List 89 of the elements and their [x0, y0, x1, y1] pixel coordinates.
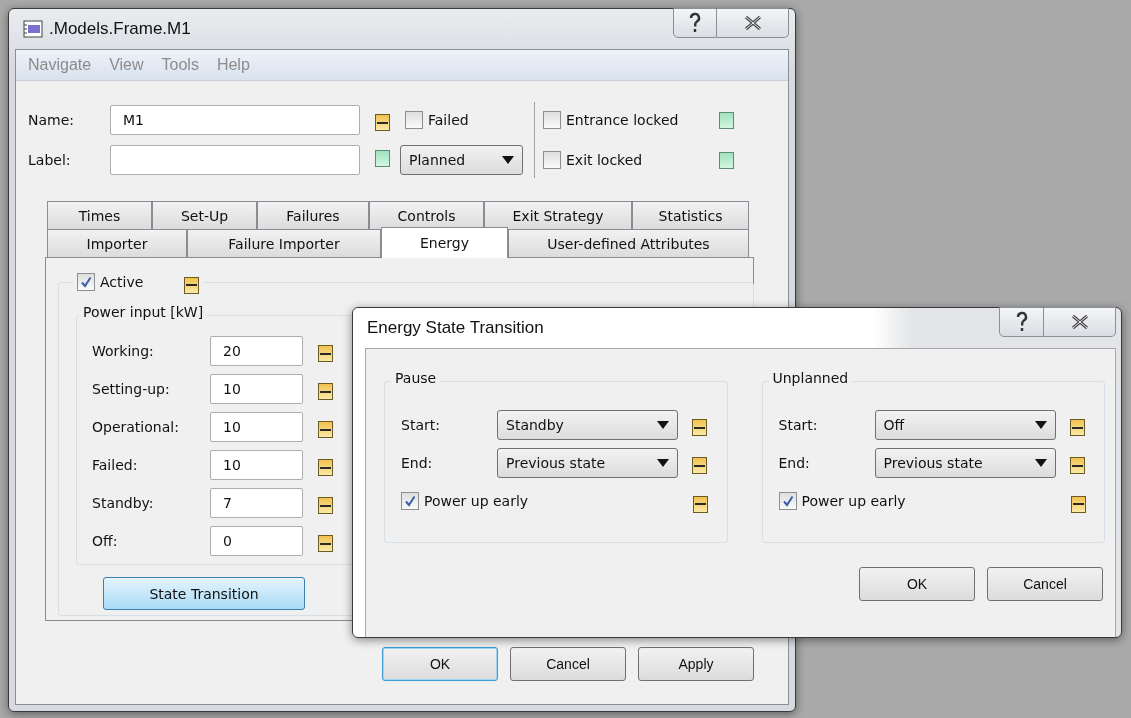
dialog-button[interactable]: Cancel: [510, 647, 626, 681]
field-label: Standby:: [92, 495, 155, 511]
dropdown[interactable]: Previous state: [874, 448, 1056, 478]
tab[interactable]: Failure Importer: [187, 229, 381, 257]
tab[interactable]: User-defined Attributes: [508, 229, 749, 257]
checkbox[interactable]: [77, 273, 95, 292]
inherited-indicator-icon[interactable]: [1070, 495, 1086, 513]
field-label: Off:: [92, 533, 119, 549]
dialog-button[interactable]: Cancel: [987, 567, 1103, 601]
inherited-indicator-icon[interactable]: [692, 457, 707, 475]
window-title: .Models.Frame.M1: [49, 19, 192, 39]
window-icon: [23, 20, 43, 38]
inherited-indicator-icon[interactable]: [318, 383, 333, 401]
checkbox-label: Failed: [428, 112, 469, 128]
tab[interactable]: Times: [47, 201, 152, 229]
field-label: Name:: [28, 112, 76, 128]
checkbox-label: Entrance locked: [566, 112, 679, 128]
name-field[interactable]: M1: [110, 105, 360, 135]
inherited-indicator-icon[interactable]: [693, 495, 708, 513]
inherited-indicator-icon[interactable]: [318, 345, 333, 363]
tab[interactable]: Set-Up: [152, 201, 257, 229]
input-field[interactable]: 0: [210, 526, 303, 556]
field-label: Start:: [401, 417, 441, 433]
indicator-icon[interactable]: [719, 111, 734, 129]
caret-icon: [1034, 421, 1047, 429]
tab[interactable]: Exit Strategy: [484, 201, 632, 229]
tab[interactable]: Failures: [257, 201, 369, 229]
field-label: Failed:: [92, 457, 139, 473]
input-field[interactable]: 10: [210, 412, 303, 442]
close-button[interactable]: [717, 8, 789, 38]
caret-icon: [1034, 459, 1047, 467]
dialog-button[interactable]: Apply: [638, 647, 754, 681]
group-title: Pause: [395, 370, 437, 386]
inherited-indicator-icon[interactable]: [318, 459, 333, 477]
dialog-button[interactable]: OK: [382, 647, 498, 681]
checkbox[interactable]: [405, 111, 423, 129]
tab[interactable]: Energy: [381, 227, 508, 258]
field-label: Working:: [92, 343, 155, 359]
close-icon: [1070, 314, 1089, 330]
inherited-indicator-icon[interactable]: [1069, 457, 1085, 475]
input-field[interactable]: 7: [210, 488, 303, 518]
dropdown[interactable]: Previous state: [497, 448, 678, 478]
field-label: Operational:: [92, 419, 180, 435]
checkbox[interactable]: [401, 492, 419, 511]
checkbox-label: Power up early: [801, 493, 906, 510]
checkbox[interactable]: [778, 492, 797, 511]
input-field[interactable]: 10: [210, 374, 303, 404]
dropdown[interactable]: Planned: [400, 145, 523, 175]
caret-icon: [657, 421, 669, 429]
caret-icon: [502, 156, 514, 164]
dropdown[interactable]: Standby: [497, 410, 678, 440]
field-label: Label:: [28, 152, 72, 168]
help-icon: [1014, 311, 1029, 333]
tab[interactable]: Statistics: [632, 201, 749, 229]
checkbox-label: Exit locked: [566, 152, 643, 168]
help-icon: [688, 12, 702, 34]
inherited-indicator-icon[interactable]: [318, 535, 333, 553]
dialog-button[interactable]: OK: [859, 567, 975, 601]
checkbox[interactable]: [543, 111, 561, 129]
field-label: Setting-up:: [92, 381, 171, 397]
indicator-icon[interactable]: [719, 151, 734, 169]
label-field[interactable]: [110, 145, 360, 175]
help-button[interactable]: [999, 307, 1044, 337]
dropdown[interactable]: Off: [874, 410, 1056, 440]
tab[interactable]: Controls: [369, 201, 484, 229]
checkbox-label: Active: [100, 274, 144, 291]
checkbox[interactable]: [543, 151, 561, 169]
inherited-indicator-icon[interactable]: [692, 419, 707, 437]
state-transition-button[interactable]: State Transition: [103, 577, 305, 610]
checkbox-label: Power up early: [424, 493, 529, 510]
indicator-icon[interactable]: [375, 149, 390, 167]
input-field[interactable]: 10: [210, 450, 303, 480]
inherited-indicator-icon[interactable]: [318, 421, 333, 439]
caret-icon: [657, 459, 669, 467]
close-icon: [743, 15, 762, 31]
inherited-indicator-icon[interactable]: [318, 497, 333, 515]
dialog-title: Energy State Transition: [367, 318, 545, 338]
inherited-indicator-icon[interactable]: [184, 276, 200, 294]
tab[interactable]: Importer: [47, 229, 187, 257]
input-field[interactable]: 20: [210, 336, 303, 366]
group-title: Power input [kW]: [83, 304, 204, 320]
field-label: Start:: [778, 417, 819, 433]
inherited-indicator-icon[interactable]: [375, 114, 390, 132]
help-button[interactable]: [673, 8, 717, 38]
close-button[interactable]: [1044, 307, 1116, 337]
inherited-indicator-icon[interactable]: [1069, 419, 1085, 437]
group-title: Unplanned: [772, 370, 849, 386]
field-label: End:: [401, 455, 434, 471]
field-label: End:: [778, 455, 811, 471]
